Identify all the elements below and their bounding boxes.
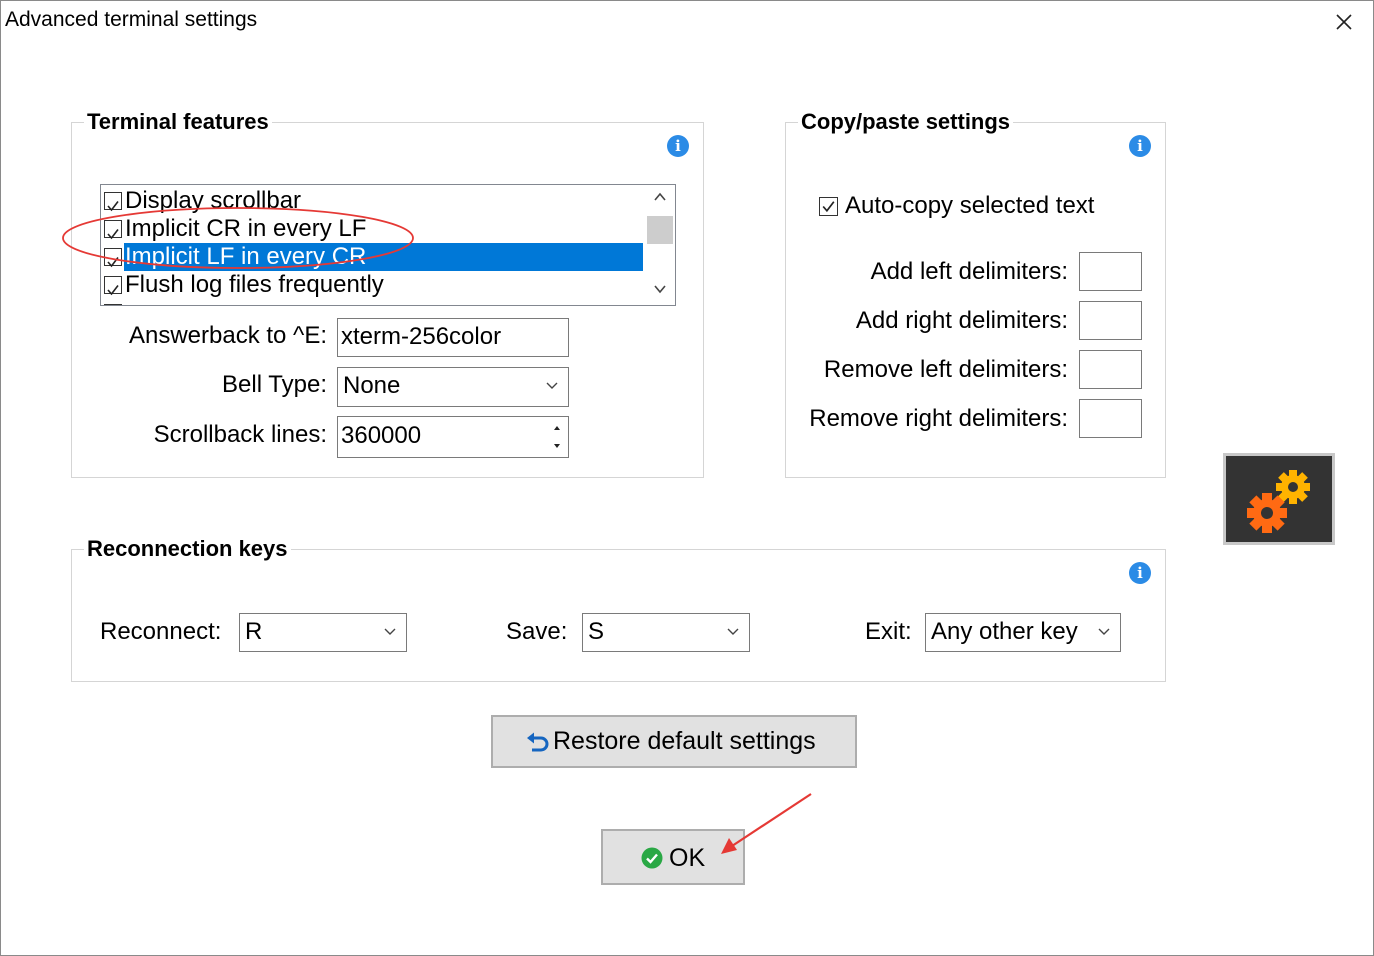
info-icon[interactable]: i <box>667 135 689 157</box>
copy-paste-title: Copy/paste settings <box>798 109 1014 135</box>
close-icon[interactable] <box>1330 8 1358 36</box>
remove-left-delimiters-label: Remove left delimiters: <box>823 356 1068 383</box>
save-value: S <box>588 618 605 645</box>
save-select[interactable]: S <box>582 613 750 652</box>
restore-defaults-label: Restore default settings <box>553 727 816 755</box>
exit-select[interactable]: Any other key <box>925 613 1121 652</box>
checkbox-icon[interactable] <box>104 276 122 296</box>
remove-left-delimiters-input[interactable] <box>1079 350 1142 389</box>
gears-icon <box>1223 453 1335 545</box>
checkbox-icon <box>104 304 122 305</box>
list-scrollbar[interactable] <box>645 185 675 305</box>
check-circle-icon <box>641 847 663 869</box>
undo-arrow-icon <box>527 732 549 752</box>
spinner-up-icon[interactable] <box>552 424 562 432</box>
restore-defaults-button[interactable]: Restore default settings <box>491 715 857 768</box>
scroll-up-icon[interactable] <box>653 191 667 203</box>
chevron-down-icon <box>727 628 739 635</box>
reconnection-keys-group: Reconnection keys i Reconnect: R Save: S… <box>71 536 1166 682</box>
bell-type-label: Bell Type: <box>222 371 327 398</box>
spinner-down-icon[interactable] <box>552 442 562 450</box>
info-icon[interactable]: i <box>1129 562 1151 584</box>
terminal-features-title: Terminal features <box>84 109 272 135</box>
scrollback-value: 360000 <box>341 422 422 449</box>
add-right-delimiters-label: Add right delimiters: <box>855 307 1068 334</box>
remove-right-delimiters-input[interactable] <box>1079 399 1142 438</box>
chevron-down-icon <box>1098 628 1110 635</box>
exit-label: Exit: <box>865 618 912 645</box>
autocopy-label: Auto-copy selected text <box>845 192 1095 219</box>
save-label: Save: <box>506 618 568 645</box>
list-item-partial <box>101 299 643 305</box>
answerback-label: Answerback to ^E: <box>128 322 327 349</box>
answerback-input[interactable]: xterm-256color <box>337 318 569 357</box>
chevron-down-icon <box>546 382 558 389</box>
reconnection-keys-title: Reconnection keys <box>84 536 291 562</box>
ok-label: OK <box>669 844 706 872</box>
scrollback-stepper[interactable]: 360000 <box>337 416 569 458</box>
scroll-thumb[interactable] <box>647 216 673 244</box>
scroll-down-icon[interactable] <box>653 283 667 295</box>
bell-type-select[interactable]: None <box>337 367 569 407</box>
exit-value: Any other key <box>931 618 1078 645</box>
annotation-arrow <box>721 793 812 854</box>
scrollback-label: Scrollback lines: <box>153 421 327 448</box>
copy-paste-group: Copy/paste settings i Auto-copy selected… <box>785 109 1166 478</box>
bell-type-value: None <box>343 372 401 399</box>
reconnect-label: Reconnect: <box>100 618 222 645</box>
list-item-label: Flush log files frequently <box>125 271 384 298</box>
add-left-delimiters-label: Add left delimiters: <box>870 258 1068 285</box>
terminal-features-group: Terminal features i Display scrollbar Im… <box>71 109 704 478</box>
chevron-down-icon <box>384 628 396 635</box>
list-item[interactable]: Flush log files frequently <box>101 271 643 299</box>
add-left-delimiters-input[interactable] <box>1079 252 1142 291</box>
autocopy-checkbox[interactable] <box>819 197 838 216</box>
annotation-ellipse <box>62 207 414 269</box>
info-icon[interactable]: i <box>1129 135 1151 157</box>
add-right-delimiters-input[interactable] <box>1079 301 1142 340</box>
reconnect-value: R <box>245 618 263 645</box>
remove-right-delimiters-label: Remove right delimiters: <box>809 405 1068 432</box>
reconnect-select[interactable]: R <box>239 613 407 652</box>
window-title: Advanced terminal settings <box>5 8 258 31</box>
